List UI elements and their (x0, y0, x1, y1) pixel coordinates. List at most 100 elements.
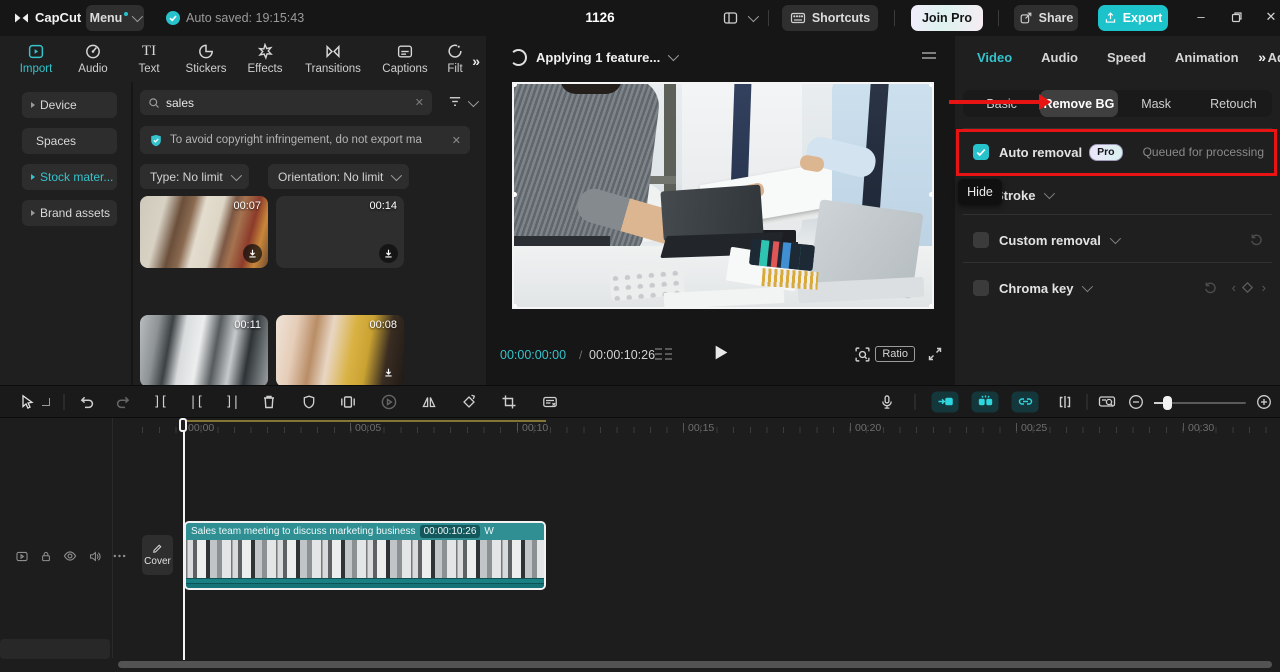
search-input[interactable]: sales ✕ (140, 90, 432, 115)
clear-search-icon[interactable]: ✕ (415, 96, 424, 109)
freeze-frame-icon[interactable] (340, 394, 357, 410)
minimize-button[interactable]: – (1188, 9, 1214, 24)
tab-speed[interactable]: Speed (1107, 50, 1146, 65)
sidebar-item-brand-assets[interactable]: Brand assets (22, 200, 117, 226)
playhead-handle[interactable] (179, 418, 187, 432)
tab-audio[interactable]: Audio (1041, 50, 1078, 65)
sidebar-item-stock-materials[interactable]: Stock mater... (22, 164, 117, 190)
custom-removal-chevron-icon[interactable] (1110, 233, 1121, 244)
record-voiceover-icon[interactable] (880, 393, 895, 410)
focus-frame-icon[interactable] (854, 346, 871, 363)
tab-import[interactable]: Import (8, 43, 64, 75)
more-options-icon[interactable] (113, 554, 126, 558)
play-button[interactable] (714, 344, 729, 361)
mask-icon[interactable] (302, 394, 317, 410)
auto-snap-toggle[interactable] (932, 391, 959, 412)
stock-video-thumbnail[interactable]: 00:14 (276, 196, 404, 268)
expand-inspector-tabs-icon[interactable]: » (1258, 49, 1266, 65)
undo-icon[interactable] (79, 394, 96, 410)
download-icon[interactable] (243, 244, 262, 263)
mirror-icon[interactable] (421, 394, 438, 410)
timeline-zoom-slider[interactable] (1154, 402, 1246, 404)
stock-video-thumbnail[interactable]: 00:07 (140, 196, 268, 268)
stock-video-thumbnail[interactable]: 00:08 (276, 315, 404, 385)
hide-track-icon[interactable] (63, 550, 77, 562)
zoom-in-icon[interactable] (1256, 394, 1272, 410)
restore-button[interactable] (1231, 11, 1243, 23)
export-button[interactable]: Export (1098, 5, 1168, 31)
chroma-key-checkbox[interactable] (973, 280, 989, 296)
tab-adjust[interactable]: Adju (1268, 50, 1280, 65)
type-filter-dropdown[interactable]: Type: No limit (140, 164, 249, 189)
ratio-button[interactable]: Ratio (875, 346, 915, 362)
stock-video-thumbnail[interactable]: 00:11 (140, 315, 268, 385)
chroma-key-chevron-icon[interactable] (1082, 281, 1093, 292)
tab-captions[interactable]: Captions (372, 43, 438, 75)
filter-funnel-icon[interactable] (447, 94, 463, 109)
rotate-icon[interactable] (461, 394, 477, 410)
selection-handle[interactable] (929, 84, 932, 87)
timeline-clip[interactable]: Sales team meeting to discuss marketing … (184, 521, 546, 590)
delete-left-icon[interactable]: |[ (189, 394, 203, 409)
expand-tabs-icon[interactable]: » (472, 53, 480, 69)
subtab-retouch[interactable]: Retouch (1195, 90, 1272, 117)
next-keyframe-icon[interactable]: › (1262, 280, 1266, 295)
custom-removal-checkbox[interactable] (973, 232, 989, 248)
close-notice-icon[interactable]: ✕ (452, 134, 461, 147)
selection-handle[interactable] (929, 192, 932, 197)
tab-stickers[interactable]: Stickers (176, 43, 236, 75)
subtab-remove-bg[interactable]: Remove BG (1040, 90, 1117, 117)
sidebar-item-device[interactable]: Device (22, 92, 117, 118)
previous-keyframe-icon[interactable]: ‹ (1232, 280, 1236, 295)
split-view-icon[interactable] (1057, 394, 1073, 410)
crop-icon[interactable] (501, 394, 517, 410)
lock-track-icon[interactable] (40, 550, 52, 563)
close-button[interactable]: ✕ (1258, 9, 1280, 25)
link-toggle[interactable] (1012, 391, 1039, 412)
sidebar-item-spaces[interactable]: Spaces (22, 128, 117, 154)
download-icon[interactable] (379, 244, 398, 263)
tab-transitions[interactable]: Transitions (294, 43, 372, 75)
fullscreen-icon[interactable] (927, 346, 943, 362)
layout-icon[interactable] (722, 10, 739, 26)
redo-icon[interactable] (115, 394, 132, 410)
frame-view-icon[interactable] (654, 347, 674, 361)
add-keyframe-icon[interactable] (1242, 282, 1253, 293)
cover-button[interactable]: Cover (142, 535, 173, 575)
stroke-chevron-icon[interactable] (1044, 188, 1055, 199)
split-icon[interactable]: ][ (153, 394, 167, 409)
orientation-filter-dropdown[interactable]: Orientation: No limit (268, 164, 409, 189)
tab-effects[interactable]: Effects (236, 43, 294, 75)
reset-icon[interactable] (1203, 280, 1218, 295)
reset-icon[interactable] (1249, 232, 1264, 247)
join-pro-button[interactable]: Join Pro (911, 5, 983, 31)
selection-handle[interactable] (929, 304, 932, 307)
select-tool-icon[interactable] (19, 393, 35, 410)
auto-split-toggle[interactable] (972, 391, 999, 412)
status-chevron-icon[interactable] (668, 50, 679, 61)
filter-chevron-icon[interactable] (468, 96, 479, 107)
layout-chevron-icon[interactable] (748, 11, 759, 22)
selection-handle[interactable] (514, 304, 517, 307)
tab-audio[interactable]: Audio (64, 43, 122, 75)
menu-button[interactable]: Menu (86, 5, 144, 31)
tab-animation[interactable]: Animation (1175, 50, 1239, 65)
download-icon[interactable] (379, 363, 398, 382)
horizontal-scrollbar[interactable] (118, 661, 1272, 668)
mute-track-icon[interactable] (88, 550, 102, 563)
remove-caption-icon[interactable] (542, 394, 559, 410)
tab-filters[interactable]: Filt (438, 43, 472, 75)
zoom-out-icon[interactable] (1128, 394, 1144, 410)
delete-icon[interactable] (261, 394, 277, 410)
subtab-mask[interactable]: Mask (1118, 90, 1195, 117)
playhead-line[interactable] (183, 431, 185, 660)
select-tool-chevron-icon[interactable] (42, 398, 50, 406)
slider-handle[interactable] (1163, 396, 1172, 410)
timeline-view-icon[interactable] (1098, 394, 1116, 410)
share-button[interactable]: Share (1014, 5, 1078, 31)
tab-text[interactable]: TI Text (122, 43, 176, 75)
shortcuts-button[interactable]: Shortcuts (782, 5, 878, 31)
tab-video[interactable]: Video (977, 50, 1012, 65)
preview-menu-icon[interactable] (921, 51, 937, 63)
delete-right-icon[interactable]: ]| (225, 394, 239, 409)
